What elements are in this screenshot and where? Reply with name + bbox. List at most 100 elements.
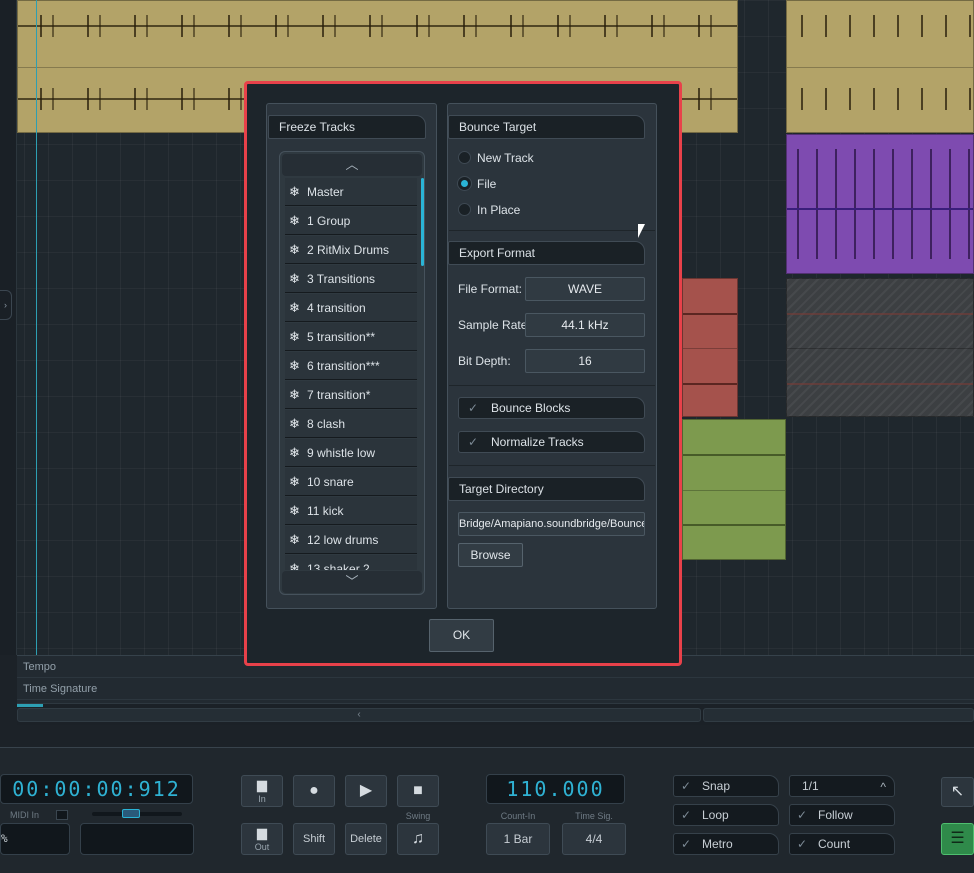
tempo-display[interactable]: 110.000 — [486, 774, 625, 804]
punch-out-button[interactable]: ▆ Out — [241, 823, 283, 855]
bounce-blocks-label: Bounce Blocks — [491, 401, 571, 415]
normalize-tracks-checkbox[interactable]: ✓ Normalize Tracks — [458, 431, 645, 453]
freeze-track-item[interactable]: ❄ 8 clash — [285, 410, 417, 438]
sidebar-toggle[interactable]: › — [0, 290, 12, 320]
radio-file[interactable]: File — [458, 174, 496, 194]
radio-button[interactable] — [458, 203, 471, 217]
freeze-track-label: 10 snare — [307, 475, 354, 489]
freeze-track-item[interactable]: ❄ 10 snare — [285, 468, 417, 496]
waveform-peaks — [787, 15, 973, 37]
radio-in-place[interactable]: In Place — [458, 200, 520, 220]
audio-clip-purple[interactable] — [786, 134, 974, 274]
divider — [449, 230, 655, 231]
freeze-track-item[interactable]: ❄ 5 transition** — [285, 323, 417, 351]
sample-rate-select[interactable]: 44.1 kHz — [525, 313, 645, 337]
target-directory-header: Target Directory — [448, 477, 645, 501]
play-button[interactable]: ▶ — [345, 775, 387, 807]
quantize-value: 1/1 — [802, 779, 819, 793]
audio-clip-red[interactable] — [682, 278, 738, 417]
midi-in-indicator — [56, 810, 68, 820]
track-header-collapsed: › — [0, 0, 17, 655]
snowflake-icon: ❄ — [289, 358, 300, 373]
bounce-blocks-checkbox[interactable]: ✓ Bounce Blocks — [458, 397, 645, 419]
clip-channel-divider — [18, 66, 737, 68]
punch-in-button[interactable]: ▆ In — [241, 775, 283, 807]
radio-button-selected[interactable] — [458, 177, 471, 191]
midi-in-label: MIDI In — [10, 810, 40, 820]
count-in-selector[interactable]: 1 Bar — [486, 823, 550, 855]
loop-toggle[interactable]: ✓ Loop — [673, 804, 779, 826]
stop-icon: ■ — [413, 782, 423, 799]
track-list-scrollbar[interactable] — [421, 178, 424, 266]
stop-button[interactable]: ■ — [397, 775, 439, 807]
audio-clip-green[interactable] — [682, 419, 786, 560]
quantize-selector[interactable]: 1/1 ^ — [789, 775, 895, 797]
master-volume-slider[interactable] — [92, 809, 182, 818]
time-display[interactable]: 00:00:00:912 — [0, 774, 193, 804]
freeze-track-item[interactable]: ❄ 4 transition — [285, 294, 417, 322]
follow-toggle[interactable]: ✓ Follow — [789, 804, 895, 826]
freeze-track-item[interactable]: ❄ 7 transition* — [285, 381, 417, 409]
snap-toggle[interactable]: ✓ Snap — [673, 775, 779, 797]
ok-button[interactable]: OK — [429, 619, 494, 652]
freeze-track-item[interactable]: ❄ Master — [285, 178, 417, 206]
freeze-track-item[interactable]: ❄ 9 whistle low — [285, 439, 417, 467]
freeze-track-item[interactable]: ❄ 3 Transitions — [285, 265, 417, 293]
freeze-track-item[interactable]: ❄ 6 transition*** — [285, 352, 417, 380]
scroll-up-button[interactable]: ︿ — [282, 154, 422, 176]
freeze-track-item[interactable]: ❄ 1 Group — [285, 207, 417, 235]
radio-label: New Track — [477, 151, 534, 165]
automation-curve — [787, 208, 973, 210]
freeze-track-item[interactable]: ❄ 12 low drums — [285, 526, 417, 554]
mixer-view-button[interactable]: ☰ — [941, 823, 974, 855]
time-signature-selector[interactable]: 4/4 — [562, 823, 626, 855]
horizontal-scrollbar[interactable]: ‹ — [17, 703, 974, 725]
delete-button[interactable]: Delete — [345, 823, 387, 855]
slider-handle[interactable] — [122, 809, 140, 818]
time-sig-label: Time Sig. — [575, 811, 613, 821]
freeze-track-item[interactable]: ❄ 2 RitMix Drums — [285, 236, 417, 264]
scroll-track-right[interactable] — [703, 708, 974, 722]
position-readout — [80, 823, 194, 855]
cpu-percent-label: % — [1, 832, 10, 845]
freeze-track-item[interactable]: ❄ 13 shaker 2 — [285, 555, 417, 570]
bit-depth-select[interactable]: 16 — [525, 349, 645, 373]
scroll-track[interactable]: ‹ — [17, 708, 701, 722]
arrow-tool-icon: ↖ — [950, 783, 965, 800]
snowflake-icon: ❄ — [289, 416, 300, 431]
metro-toggle[interactable]: ✓ Metro — [673, 833, 779, 855]
check-icon: ✓ — [681, 808, 692, 822]
browse-button[interactable]: Browse — [458, 543, 523, 567]
target-directory-path[interactable]: Bridge/Amapiano.soundbridge/Bounces — [458, 512, 645, 536]
freeze-track-label: 7 transition* — [307, 388, 371, 402]
freeze-tracks-header: Freeze Tracks — [268, 115, 426, 139]
file-format-select[interactable]: WAVE — [525, 277, 645, 301]
record-button[interactable]: ● — [293, 775, 335, 807]
mouse-cursor-icon — [638, 224, 645, 238]
snowflake-icon: ❄ — [289, 271, 300, 286]
snap-label: Snap — [702, 779, 731, 793]
freeze-track-label: 8 clash — [307, 417, 346, 431]
freeze-track-label: 5 transition** — [307, 330, 376, 344]
scroll-down-button[interactable]: ﹀ — [282, 571, 422, 593]
audio-clip-yellow-right[interactable] — [786, 0, 974, 133]
divider — [449, 465, 655, 466]
swing-button[interactable]: ♫ — [397, 823, 439, 855]
normalize-tracks-label: Normalize Tracks — [491, 435, 584, 449]
scroll-position-indicator — [17, 704, 43, 707]
sample-rate-label: Sample Rate: — [458, 318, 531, 332]
count-toggle[interactable]: ✓ Count — [789, 833, 895, 855]
freeze-track-label: 6 transition*** — [307, 359, 380, 373]
count-in-label: Count-In — [500, 811, 536, 821]
loop-label: Loop — [702, 808, 729, 822]
audio-clip-muted[interactable] — [786, 278, 974, 417]
freeze-track-item[interactable]: ❄ 11 kick — [285, 497, 417, 525]
pointer-tool-button[interactable]: ↖ — [941, 777, 974, 807]
radio-button[interactable] — [458, 151, 471, 165]
freeze-track-label: 3 Transitions — [307, 272, 376, 286]
waveform — [683, 383, 737, 385]
radio-new-track[interactable]: New Track — [458, 148, 534, 168]
clip-channel-divider — [787, 347, 973, 349]
scroll-left-icon[interactable]: ‹ — [357, 709, 360, 720]
shift-button[interactable]: Shift — [293, 823, 335, 855]
